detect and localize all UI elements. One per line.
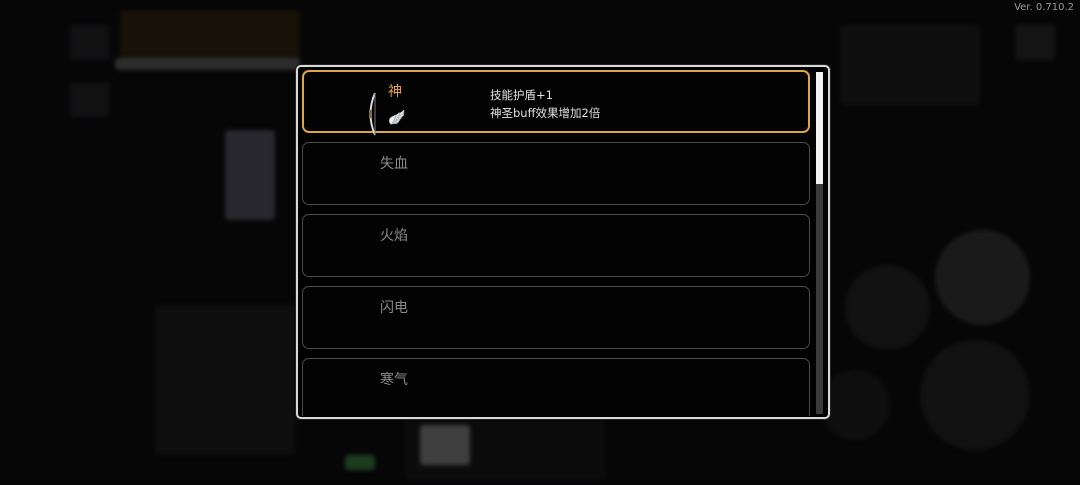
bow-icon (369, 92, 376, 136)
wing-icon: 🪽 (388, 110, 406, 126)
list-scrollbar[interactable] (816, 72, 823, 414)
enchant-title: 失血 (380, 156, 408, 172)
enchant-title: 神 (388, 84, 402, 100)
enchant-title: 闪电 (380, 300, 408, 316)
enchant-selection-dialog: 神 🪽 技能护盾+1 神圣buff效果增加2倍 失血 火焰 闪电 寒气 (296, 65, 830, 419)
enchant-description: 技能护盾+1 神圣buff效果增加2倍 (490, 86, 600, 122)
enchant-title: 寒气 (380, 372, 408, 388)
enchant-card-holy[interactable]: 神 🪽 技能护盾+1 神圣buff效果增加2倍 (302, 70, 810, 136)
enchant-card-bleed[interactable]: 失血 (302, 142, 810, 205)
enchant-card-lightning[interactable]: 闪电 (302, 286, 810, 349)
enchant-title: 火焰 (380, 228, 408, 244)
enchant-card-fire[interactable]: 火焰 (302, 214, 810, 277)
version-label: Ver. 0.710.2 (1014, 2, 1074, 13)
enchant-description-line: 技能护盾+1 (490, 88, 553, 102)
scrollbar-thumb[interactable] (816, 72, 823, 184)
enchant-card-frost[interactable]: 寒气 (302, 358, 810, 416)
enchant-list[interactable]: 神 🪽 技能护盾+1 神圣buff效果增加2倍 失血 火焰 闪电 寒气 (302, 70, 810, 416)
enchant-description-line: 神圣buff效果增加2倍 (490, 106, 601, 120)
